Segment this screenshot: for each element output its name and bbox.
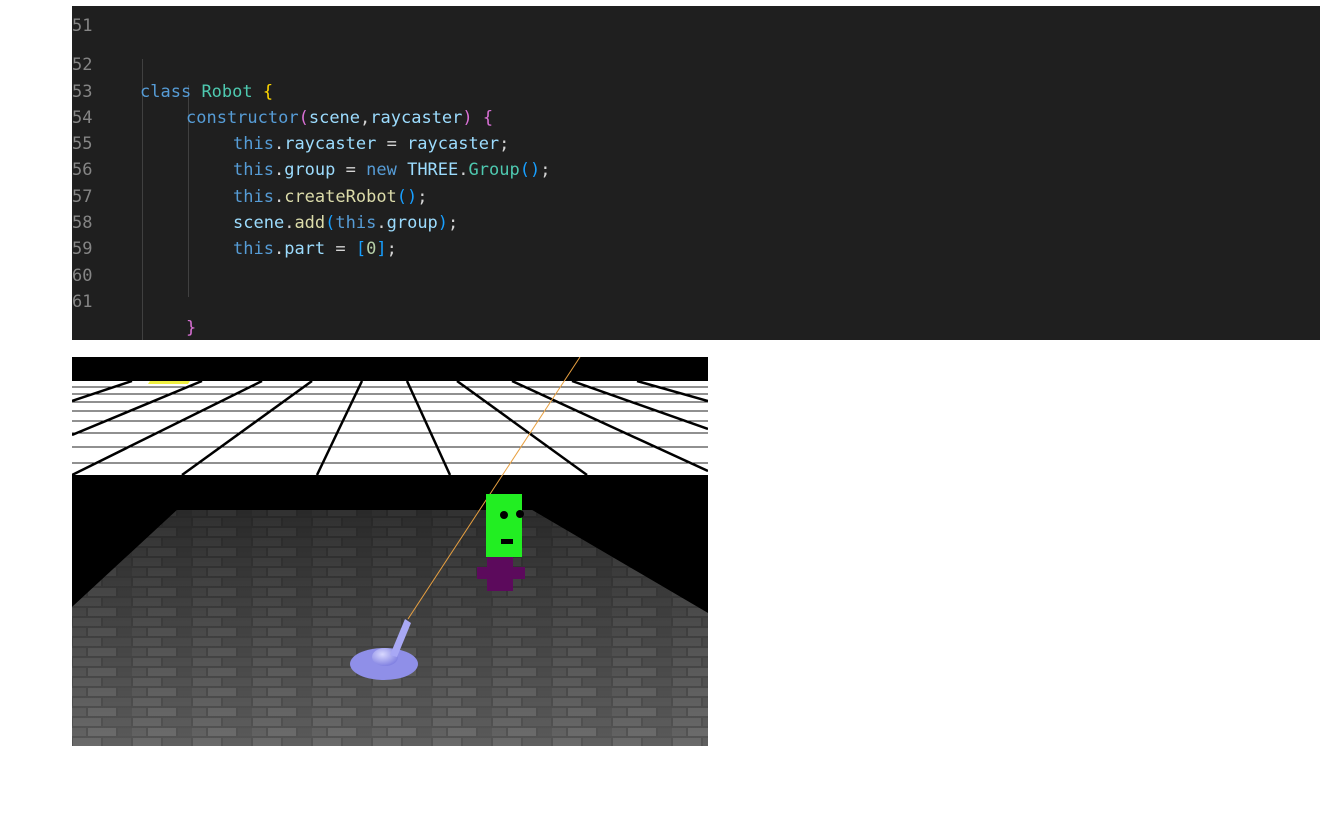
code-line-54: 54 this.raycaster = raycaster; — [72, 79, 1320, 154]
robot-mouth — [501, 539, 513, 544]
robot-head — [486, 494, 522, 557]
code-line-53: 53 constructor(scene,raycaster) { — [72, 52, 1320, 128]
scene-render — [72, 357, 708, 746]
code-line-52: 52 class Robot { — [72, 26, 1320, 101]
code-line-51: 51 — [72, 6, 1320, 36]
code-line-59: 59 — [72, 210, 1320, 259]
code-editor[interactable]: 51 52 class Robot { 53 constructor(scene… — [72, 6, 1320, 340]
code-line-58: 58 this.part = [0]; — [72, 184, 1320, 259]
robot-body — [487, 557, 513, 591]
code-line-56: 56 this.createRobot(); — [72, 131, 1320, 206]
code-line-61: 61 } — [72, 263, 1320, 338]
code-line-60: 60 — [72, 236, 1320, 286]
code-line-57: 57 scene.add(this.group); — [72, 158, 1320, 233]
robot-eye-right — [516, 510, 524, 518]
threejs-scene-viewport[interactable] — [72, 357, 708, 746]
code-line-62: 62 — [72, 319, 1320, 340]
code-line-55: 55 this.group = new THREE.Group(); — [72, 105, 1320, 180]
grid-plane — [72, 379, 708, 477]
robot-eye-left — [500, 511, 508, 519]
yellow-marker — [148, 381, 190, 384]
line-number: 61 — [72, 291, 93, 312]
